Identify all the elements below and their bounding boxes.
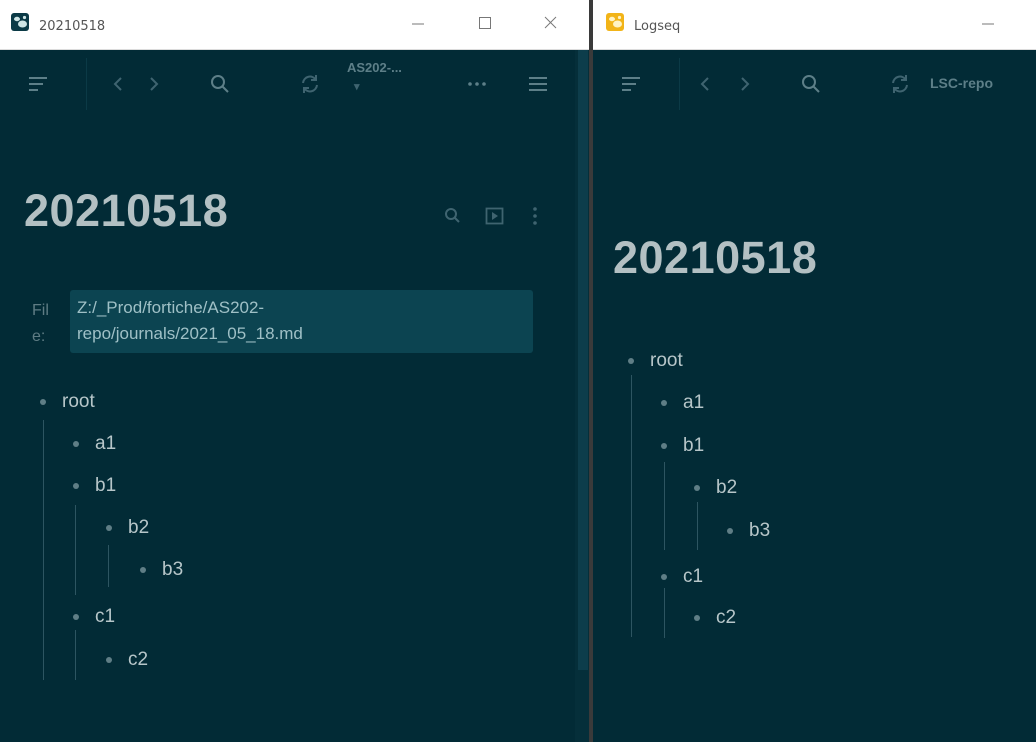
right-header: LSC-repo xyxy=(593,50,1036,118)
page-title[interactable]: 20210518 xyxy=(24,185,228,237)
search-icon[interactable] xyxy=(799,72,823,96)
bullet-dot[interactable] xyxy=(106,657,112,663)
menu-icon[interactable] xyxy=(619,72,643,96)
repo-selector[interactable]: AS202-... xyxy=(347,60,402,75)
repo-selector[interactable]: LSC-repo xyxy=(930,75,993,91)
block-guide-line xyxy=(664,462,665,550)
right-window: Logseq LSC-repo 20210518 root a1 b1 b2 b… xyxy=(593,0,1036,742)
bullet-dot[interactable] xyxy=(661,443,667,449)
bullet-dot[interactable] xyxy=(73,483,79,489)
sync-icon[interactable] xyxy=(888,72,912,96)
bullet-dot[interactable] xyxy=(106,525,112,531)
window-title: 20210518 xyxy=(39,19,106,34)
bullet-dot[interactable] xyxy=(694,485,700,491)
left-window: 20210518 AS202-... ▾ 20210518 Fil e: Z:/… xyxy=(0,0,589,742)
block-guide-line xyxy=(75,505,76,595)
sync-icon[interactable] xyxy=(298,72,322,96)
repo-dropdown-caret[interactable]: ▾ xyxy=(354,80,360,93)
header-separator xyxy=(679,58,680,110)
header-separator xyxy=(86,58,87,110)
forward-icon[interactable] xyxy=(733,72,757,96)
maximize-icon[interactable] xyxy=(465,10,505,36)
block-guide-line xyxy=(631,375,632,637)
block-guide-line xyxy=(43,420,44,680)
scrollbar[interactable] xyxy=(575,50,589,742)
minimize-icon[interactable] xyxy=(398,10,438,36)
bullet-dot[interactable] xyxy=(727,528,733,534)
file-label-line1: Fil xyxy=(32,302,49,319)
bullet-dot[interactable] xyxy=(661,400,667,406)
block-guide-line xyxy=(664,588,665,638)
right-main-content: LSC-repo 20210518 root a1 b1 b2 b3 c1 c2 xyxy=(593,50,1036,742)
bullet-dot[interactable] xyxy=(140,567,146,573)
logseq-app-icon xyxy=(606,13,624,31)
bullet-dot[interactable] xyxy=(73,441,79,447)
block-guide-line xyxy=(75,630,76,680)
file-path[interactable]: Z:/_Prod/fortiche/AS202- repo/journals/2… xyxy=(70,290,533,353)
scrollbar-thumb[interactable] xyxy=(578,50,588,670)
left-header: AS202-... ▾ xyxy=(0,50,589,118)
window-title: Logseq xyxy=(634,19,681,34)
block-guide-line xyxy=(108,545,109,587)
forward-icon[interactable] xyxy=(142,72,166,96)
minimize-icon[interactable] xyxy=(968,10,1008,36)
back-icon[interactable] xyxy=(106,72,130,96)
file-label-line2: e: xyxy=(32,328,46,345)
search-icon[interactable] xyxy=(208,72,232,96)
logseq-app-icon xyxy=(11,13,29,31)
file-label: Fil e: xyxy=(32,298,62,350)
file-path-line1: Z:/_Prod/fortiche/AS202- xyxy=(77,298,265,317)
back-icon[interactable] xyxy=(693,72,717,96)
bullet-dot[interactable] xyxy=(73,614,79,620)
left-titlebar[interactable]: 20210518 xyxy=(0,0,589,50)
page-search-icon[interactable] xyxy=(442,205,464,232)
bullet-dot[interactable] xyxy=(661,574,667,580)
file-path-line2: repo/journals/2021_05_18.md xyxy=(77,324,303,343)
close-icon[interactable] xyxy=(530,10,570,36)
page-title[interactable]: 20210518 xyxy=(613,232,817,284)
more-icon[interactable] xyxy=(465,72,489,96)
page-menu-icon[interactable] xyxy=(530,205,540,232)
right-sidebar-icon[interactable] xyxy=(526,72,550,96)
left-main-content: AS202-... ▾ 20210518 Fil e: Z:/_Prod/for… xyxy=(0,50,589,742)
right-titlebar[interactable]: Logseq xyxy=(593,0,1036,50)
presentation-icon[interactable] xyxy=(484,205,506,232)
block-guide-line xyxy=(697,502,698,550)
menu-icon[interactable] xyxy=(26,72,50,96)
bullet-dot[interactable] xyxy=(628,358,634,364)
bullet-dot[interactable] xyxy=(40,399,46,405)
bullet-dot[interactable] xyxy=(694,615,700,621)
